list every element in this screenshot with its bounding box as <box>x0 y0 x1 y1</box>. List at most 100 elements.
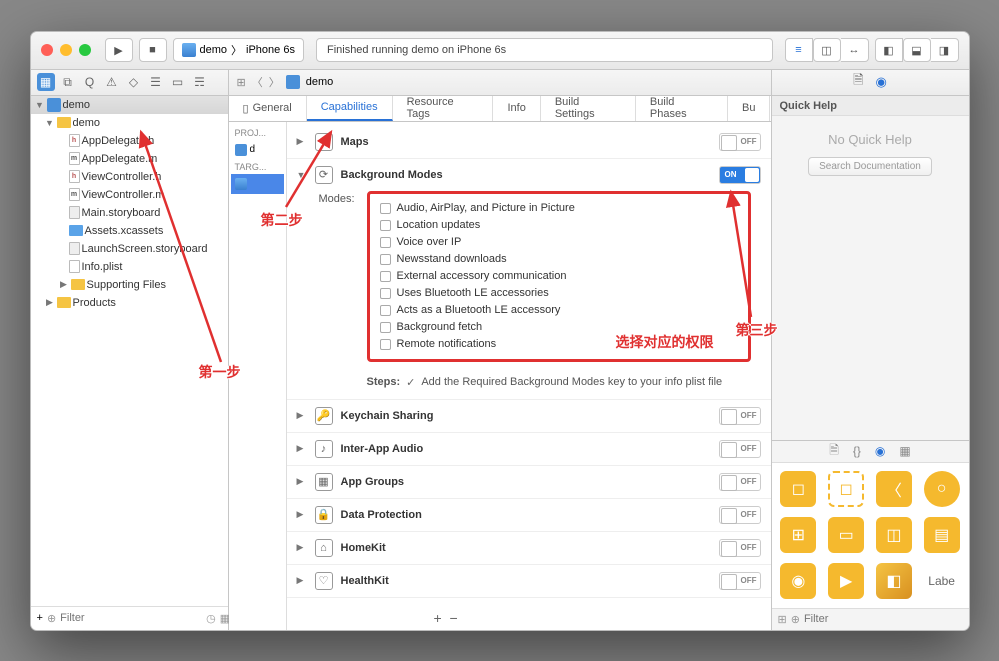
project-row[interactable]: ▼ demo <box>31 96 228 114</box>
file-template-library-icon[interactable]: 🗎 <box>829 441 839 462</box>
library-object[interactable]: ▤ <box>924 517 960 553</box>
tab-general[interactable]: ▯General <box>229 96 307 121</box>
report-navigator-icon[interactable]: ☴ <box>191 73 209 91</box>
project-item[interactable]: d <box>231 140 284 160</box>
checkbox[interactable] <box>380 237 391 248</box>
minimize-button[interactable] <box>60 44 72 56</box>
scheme-selector[interactable]: demo 〉 iPhone 6s <box>173 38 304 62</box>
filter-input[interactable] <box>60 612 202 624</box>
recent-filter-icon[interactable]: ◷ <box>206 612 216 625</box>
file-row[interactable]: Info.plist <box>31 258 228 276</box>
file-inspector-icon[interactable]: 🗎 <box>853 71 863 93</box>
find-navigator-icon[interactable]: Q <box>81 73 99 91</box>
mode-checkbox-row[interactable]: Location updates <box>380 217 738 234</box>
file-row[interactable]: mAppDelegate.m <box>31 150 228 168</box>
group-row[interactable]: ▼ demo <box>31 114 228 132</box>
mode-checkbox-row[interactable]: Newsstand downloads <box>380 251 738 268</box>
checkbox[interactable] <box>380 271 391 282</box>
capability-switch[interactable]: OFF <box>719 473 761 491</box>
mode-checkbox-row[interactable]: External accessory communication <box>380 268 738 285</box>
tab-build-phases[interactable]: Build Phases <box>636 96 728 121</box>
file-row[interactable]: Main.storyboard <box>31 204 228 222</box>
back-button[interactable]: 〈 <box>252 74 263 90</box>
target-item[interactable] <box>231 174 284 194</box>
file-row[interactable]: mViewController.m <box>31 186 228 204</box>
capability-switch[interactable]: ON <box>719 166 761 184</box>
library-object[interactable]: ▶ <box>828 563 864 599</box>
breadcrumb[interactable]: demo <box>306 76 334 88</box>
forward-button[interactable]: 〉 <box>269 74 280 90</box>
mode-checkbox-row[interactable]: Voice over IP <box>380 234 738 251</box>
debug-navigator-icon[interactable]: ☰ <box>147 73 165 91</box>
left-panel-icon[interactable]: ◧ <box>875 38 903 62</box>
mode-checkbox-row[interactable]: Background fetch <box>380 319 738 336</box>
library-object[interactable]: ◧ <box>876 563 912 599</box>
mode-checkbox-row[interactable]: Acts as a Bluetooth LE accessory <box>380 302 738 319</box>
project-navigator-icon[interactable]: ▦ <box>37 73 55 91</box>
capability-switch[interactable]: OFF <box>719 506 761 524</box>
tab-info[interactable]: Info <box>493 96 540 121</box>
checkbox[interactable] <box>380 203 391 214</box>
checkbox[interactable] <box>380 339 391 350</box>
library-object[interactable]: ⊞ <box>780 517 816 553</box>
group-row[interactable]: ▶Products <box>31 294 228 312</box>
right-panel-icon[interactable]: ◨ <box>931 38 959 62</box>
capability-switch[interactable]: OFF <box>719 407 761 425</box>
breakpoint-navigator-icon[interactable]: ▭ <box>169 73 187 91</box>
editor-mode-buttons[interactable]: ≡ ◫ ↔ <box>785 38 869 62</box>
tab-resource-tags[interactable]: Resource Tags <box>393 96 494 121</box>
add-target-button[interactable]: + <box>434 610 442 626</box>
standard-editor-icon[interactable]: ≡ <box>785 38 813 62</box>
search-documentation-button[interactable]: Search Documentation <box>808 157 932 176</box>
related-items-icon[interactable]: ⊞ <box>237 76 246 89</box>
panel-toggles[interactable]: ◧ ⬓ ◨ <box>875 38 959 62</box>
library-label-cell[interactable]: Labe <box>919 559 965 603</box>
group-row[interactable]: ▶Supporting Files <box>31 276 228 294</box>
quick-help-icon[interactable]: ◉ <box>876 74 887 90</box>
version-editor-icon[interactable]: ↔ <box>841 38 869 62</box>
library-object[interactable]: ◻ <box>828 471 864 507</box>
remove-target-button[interactable]: − <box>449 610 457 626</box>
capability-switch[interactable]: OFF <box>719 440 761 458</box>
add-button[interactable]: + <box>37 612 43 624</box>
capability-switch[interactable]: OFF <box>719 133 761 151</box>
checkbox[interactable] <box>380 254 391 265</box>
library-object[interactable]: 〈 <box>876 471 912 507</box>
object-library-icon[interactable]: ◉ <box>875 444 885 458</box>
checkbox[interactable] <box>380 322 391 333</box>
test-navigator-icon[interactable]: ◇ <box>125 73 143 91</box>
mode-checkbox-row[interactable]: Remote notifications <box>380 336 738 353</box>
tab-capabilities[interactable]: Capabilities <box>307 96 393 122</box>
grid-view-icon[interactable]: ⊞ <box>778 613 787 626</box>
checkbox[interactable] <box>380 305 391 316</box>
library-object[interactable]: ◉ <box>780 563 816 599</box>
checkbox[interactable] <box>380 288 391 299</box>
file-row[interactable]: hAppDelegate.h <box>31 132 228 150</box>
stop-button[interactable]: ■ <box>139 38 167 62</box>
capability-switch[interactable]: OFF <box>719 539 761 557</box>
file-row[interactable]: hViewController.h <box>31 168 228 186</box>
code-snippet-library-icon[interactable]: {} <box>853 444 861 458</box>
assistant-editor-icon[interactable]: ◫ <box>813 38 841 62</box>
checkbox[interactable] <box>380 220 391 231</box>
run-button[interactable]: ▶ <box>105 38 133 62</box>
navigator-filter[interactable]: + ⊕ ◷ ▦ <box>31 606 228 630</box>
library-object[interactable]: ◫ <box>876 517 912 553</box>
bottom-panel-icon[interactable]: ⬓ <box>903 38 931 62</box>
media-library-icon[interactable]: ▦ <box>899 444 910 458</box>
library-filter-input[interactable] <box>804 613 963 625</box>
library-object[interactable]: ◻ <box>780 471 816 507</box>
tab-build-settings[interactable]: Build Settings <box>541 96 636 121</box>
library-object[interactable]: ▭ <box>828 517 864 553</box>
tab-build-rules[interactable]: Bu <box>728 96 770 121</box>
zoom-button[interactable] <box>79 44 91 56</box>
library-object[interactable]: ○ <box>924 471 960 507</box>
file-row[interactable]: Assets.xcassets <box>31 222 228 240</box>
close-button[interactable] <box>41 44 53 56</box>
issue-navigator-icon[interactable]: ⚠ <box>103 73 121 91</box>
symbol-navigator-icon[interactable]: ⧉ <box>59 73 77 91</box>
capability-switch[interactable]: OFF <box>719 572 761 590</box>
mode-checkbox-row[interactable]: Uses Bluetooth LE accessories <box>380 285 738 302</box>
mode-checkbox-row[interactable]: Audio, AirPlay, and Picture in Picture <box>380 200 738 217</box>
file-row[interactable]: LaunchScreen.storyboard <box>31 240 228 258</box>
